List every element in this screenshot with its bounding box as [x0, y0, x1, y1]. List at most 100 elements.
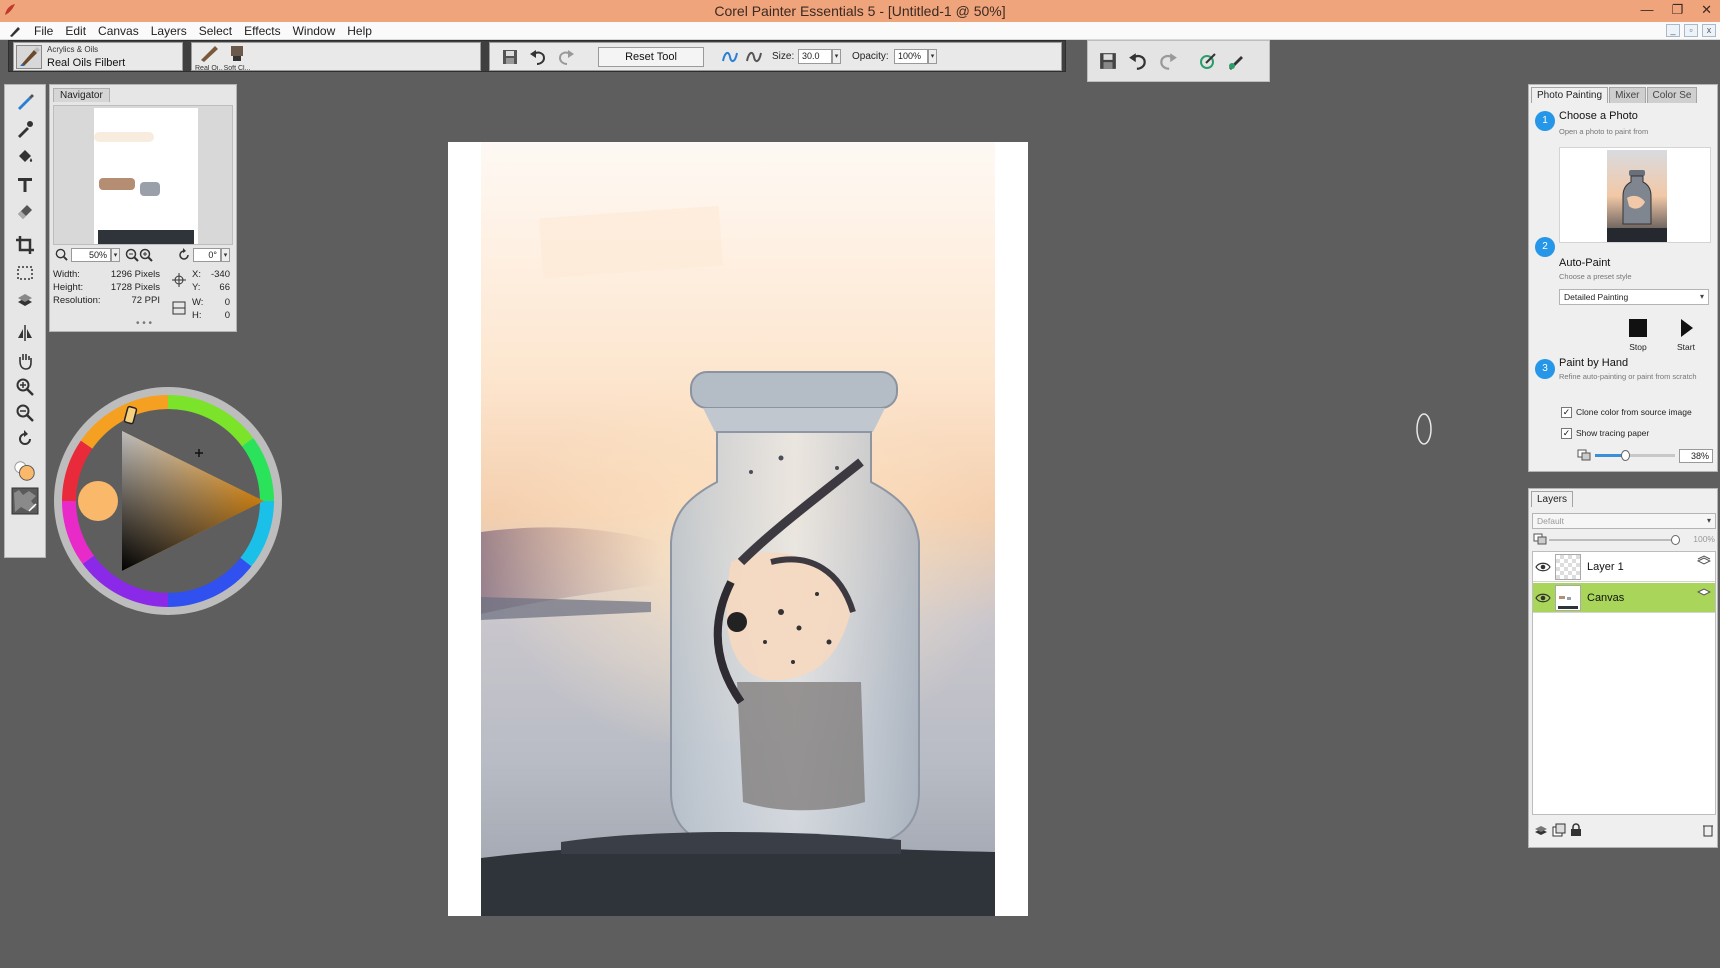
zoom-in-nav-icon[interactable]	[139, 248, 153, 262]
tab-mixer[interactable]: Mixer	[1609, 87, 1646, 103]
composite-method-select[interactable]: Default ▾	[1532, 513, 1716, 529]
doc-minimize-icon[interactable]: _	[1666, 24, 1680, 37]
quick-redo-icon[interactable]	[1158, 51, 1178, 71]
main-secondary-color-icon[interactable]	[13, 459, 37, 483]
reset-tool-button[interactable]: Reset Tool	[598, 47, 704, 67]
choose-photo-subtitle: Open a photo to paint from	[1559, 127, 1649, 136]
tracing-opacity-field[interactable]: 38%	[1679, 449, 1713, 463]
color-wheel-graphic[interactable]	[52, 385, 284, 617]
menu-window[interactable]: Window	[287, 24, 342, 38]
doc-restore-icon[interactable]: ▫	[1684, 24, 1698, 37]
eye-icon[interactable]	[1535, 591, 1551, 605]
brush-selector[interactable]: Acrylics & Oils Real Oils Filbert	[13, 42, 183, 71]
navigator-tab[interactable]: Navigator	[53, 88, 110, 102]
eraser-tool-icon[interactable]	[13, 199, 37, 223]
clone-source-icon[interactable]	[1198, 51, 1218, 71]
size-field[interactable]: 30.0	[798, 49, 832, 64]
menu-select[interactable]: Select	[193, 24, 238, 38]
close-icon[interactable]: ✕	[1701, 2, 1712, 18]
rect-select-icon[interactable]	[13, 261, 37, 285]
minimize-icon[interactable]: —	[1640, 2, 1653, 18]
zoom-in-icon[interactable]	[13, 375, 37, 399]
tracing-paper-checkbox[interactable]: ✓	[1561, 427, 1572, 439]
menu-help[interactable]: Help	[341, 24, 378, 38]
layer-adjuster-icon[interactable]	[13, 287, 37, 311]
layer-row-canvas[interactable]: Canvas	[1533, 583, 1715, 613]
text-tool-icon[interactable]	[13, 173, 37, 197]
painting-clone-graphic	[481, 142, 995, 916]
menu-edit[interactable]: Edit	[59, 24, 92, 38]
navigator-panel: Navigator 50% ▾ 0° ▾ Width: 1296 Pixels …	[49, 84, 237, 332]
quick-save-icon[interactable]	[1098, 51, 1118, 71]
canvas-image[interactable]	[481, 142, 995, 916]
menu-file[interactable]: File	[28, 24, 59, 38]
panel-resize-grip-icon[interactable]: • • •	[136, 318, 152, 329]
color-wheel[interactable]	[52, 385, 284, 617]
mirror-painting-icon[interactable]	[13, 321, 37, 345]
crop-tool-icon[interactable]	[13, 233, 37, 257]
property-bar: Acrylics & Oils Real Oils Filbert Real O…	[8, 40, 1066, 72]
tab-photo-painting[interactable]: Photo Painting	[1531, 87, 1609, 103]
rotation-dropdown-icon[interactable]: ▾	[221, 248, 230, 262]
paint-bucket-icon[interactable]	[13, 145, 37, 169]
opacity-field[interactable]: 100%	[894, 49, 928, 64]
zoom-dropdown-icon[interactable]: ▾	[111, 248, 120, 262]
stroke-mode-icon[interactable]	[720, 47, 740, 67]
opacity-dropdown-icon[interactable]: ▾	[928, 49, 937, 64]
zoom-out-nav-icon[interactable]	[125, 248, 139, 262]
eye-icon[interactable]	[1535, 560, 1551, 574]
delete-layer-icon[interactable]	[1702, 823, 1714, 837]
quick-undo-icon[interactable]	[1128, 51, 1148, 71]
recent-brush-2[interactable]: Soft Cl...	[223, 44, 251, 72]
step-2-badge: 2	[1535, 237, 1555, 257]
stroke-mode-alt-icon[interactable]	[744, 47, 764, 67]
menu-layers[interactable]: Layers	[145, 24, 193, 38]
zoom-level-field[interactable]: 50%	[71, 248, 111, 262]
undo-icon[interactable]	[528, 47, 548, 67]
auto-paint-style-select[interactable]: Detailed Painting ▾	[1559, 289, 1709, 305]
layer-row-layer-1[interactable]: Layer 1	[1533, 552, 1715, 582]
size-dropdown-icon[interactable]: ▾	[832, 49, 841, 64]
zoom-out-icon[interactable]	[13, 401, 37, 425]
rotate-nav-icon[interactable]	[177, 248, 191, 262]
tracing-opacity-thumb[interactable]	[1621, 450, 1631, 461]
source-photo-box[interactable]	[1559, 147, 1711, 243]
layer-opacity-value[interactable]: 100%	[1681, 534, 1715, 546]
doc-close-icon[interactable]: x	[1702, 24, 1716, 37]
restore-icon[interactable]: ❐	[1671, 2, 1683, 18]
height-label: Height:	[53, 282, 84, 293]
brush-tool-icon[interactable]	[13, 89, 37, 113]
toolbox	[4, 84, 46, 558]
stop-button[interactable]: Stop	[1623, 319, 1653, 352]
tracing-opacity-track[interactable]	[1595, 450, 1675, 461]
navigator-preview[interactable]	[53, 105, 233, 245]
menu-canvas[interactable]: Canvas	[92, 24, 145, 38]
clone-brush-icon[interactable]	[1226, 51, 1246, 71]
rotation-field[interactable]: 0°	[193, 248, 221, 262]
paper-texture-icon[interactable]	[11, 487, 39, 515]
redo-icon[interactable]	[556, 47, 576, 67]
rotate-page-icon[interactable]	[13, 427, 37, 451]
window-title: Corel Painter Essentials 5 - [Untitled-1…	[714, 3, 1006, 19]
layer-opacity-track[interactable]	[1549, 535, 1680, 545]
dropper-tool-icon[interactable]	[13, 117, 37, 141]
tab-layers[interactable]: Layers	[1531, 491, 1574, 507]
tracing-paper-option[interactable]: ✓ Show tracing paper	[1561, 426, 1649, 440]
layer-thumbnail	[1555, 554, 1581, 580]
layer-name: Layer 1	[1587, 561, 1624, 573]
new-layer-icon[interactable]	[1552, 823, 1566, 837]
start-button[interactable]: Start	[1671, 319, 1701, 352]
brush-pen-icon[interactable]	[8, 24, 22, 38]
lock-icon[interactable]	[1570, 823, 1582, 837]
tab-color-sets[interactable]: Color Se	[1646, 87, 1698, 103]
clone-color-checkbox[interactable]: ✓	[1561, 406, 1572, 418]
save-icon[interactable]	[500, 47, 520, 67]
layer-commands-icon[interactable]	[1534, 823, 1548, 837]
resolution-label: Resolution:	[53, 295, 101, 306]
layer-opacity-thumb[interactable]	[1671, 535, 1680, 545]
grabber-hand-icon[interactable]	[13, 349, 37, 373]
width-value: 1296 Pixels	[110, 269, 160, 280]
recent-brush-1[interactable]: Real Oi...	[195, 44, 223, 72]
menu-effects[interactable]: Effects	[238, 24, 286, 38]
clone-color-option[interactable]: ✓ Clone color from source image	[1561, 405, 1692, 419]
